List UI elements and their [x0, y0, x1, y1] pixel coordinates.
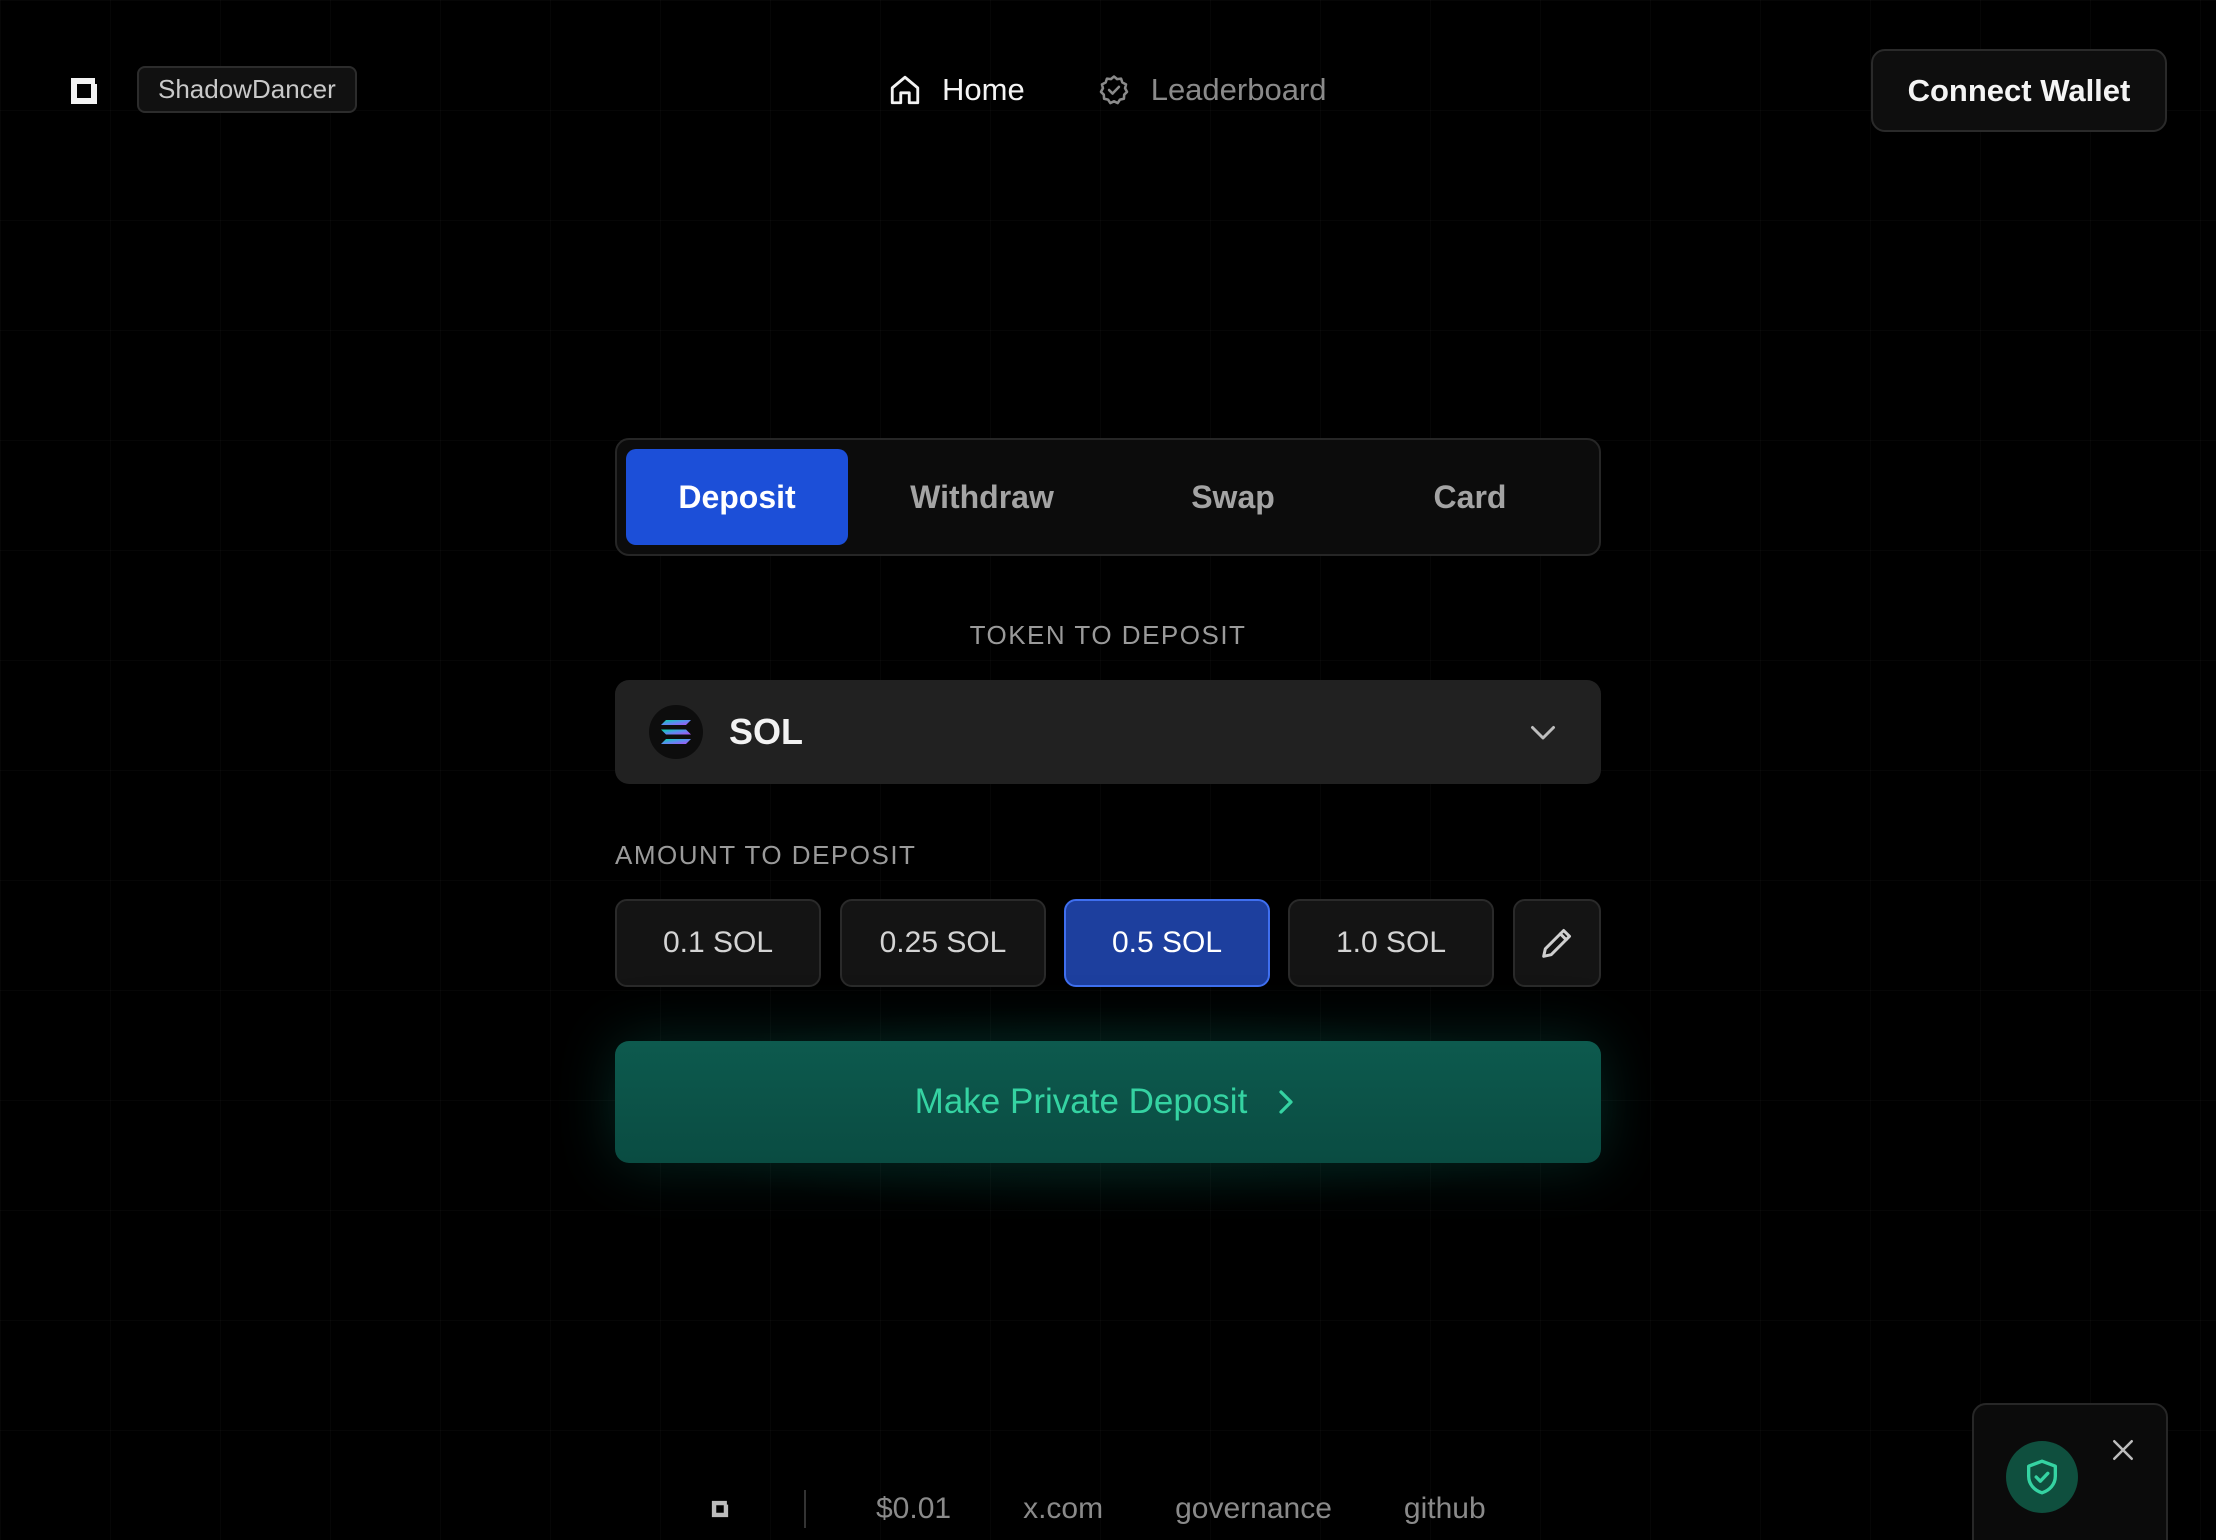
token-price: $0.01	[876, 1492, 952, 1525]
nav-leaderboard-label: Leaderboard	[1150, 72, 1327, 107]
connect-wallet-button[interactable]: Connect Wallet	[1871, 49, 2167, 132]
solana-icon	[649, 705, 703, 759]
footer-divider	[804, 1490, 806, 1528]
footer: $0.01 x.com governance github	[710, 1484, 1558, 1534]
tab-swap[interactable]: Swap	[1116, 449, 1350, 545]
footer-link-x[interactable]: x.com	[1023, 1492, 1103, 1526]
token-section-label: TOKEN TO DEPOSIT	[969, 620, 1247, 650]
make-private-deposit-button[interactable]: Make Private Deposit	[615, 1041, 1601, 1163]
pencil-icon	[1542, 929, 1571, 958]
check-badge-icon	[1099, 75, 1129, 105]
tab-deposit[interactable]: Deposit	[626, 449, 848, 545]
token-select[interactable]: SOL	[615, 680, 1601, 784]
privacy-widget	[1972, 1403, 2168, 1540]
custom-amount-button[interactable]	[1513, 899, 1601, 987]
footer-logo-icon	[711, 1500, 729, 1518]
shield-button[interactable]	[2006, 1441, 2078, 1513]
home-icon	[890, 75, 920, 105]
footer-link-github[interactable]: github	[1404, 1492, 1486, 1526]
nav-home[interactable]: Home	[888, 72, 1025, 108]
deposit-button-label: Make Private Deposit	[914, 1082, 1248, 1121]
username-badge: ShadowDancer	[137, 66, 357, 113]
nav-home-label: Home	[942, 72, 1025, 107]
logo-icon[interactable]	[68, 75, 100, 107]
tab-withdraw[interactable]: Withdraw	[848, 449, 1116, 545]
amount-option-1-0[interactable]: 1.0 SOL	[1288, 899, 1494, 987]
amount-option-0-1[interactable]: 0.1 SOL	[615, 899, 821, 987]
amount-option-0-25[interactable]: 0.25 SOL	[840, 899, 1046, 987]
close-icon[interactable]	[2108, 1435, 2138, 1465]
selected-token: SOL	[729, 711, 804, 752]
action-tabs: Deposit Withdraw Swap Card	[615, 438, 1601, 556]
footer-link-governance[interactable]: governance	[1175, 1492, 1332, 1526]
nav-leaderboard[interactable]: Leaderboard	[1097, 72, 1327, 108]
tab-card[interactable]: Card	[1350, 449, 1590, 545]
shield-check-icon	[2027, 1459, 2057, 1495]
amount-section-label: AMOUNT TO DEPOSIT	[615, 840, 917, 870]
main-nav: Home Leaderboard	[888, 60, 1327, 120]
chevron-down-icon	[1531, 726, 1555, 740]
amount-option-0-5[interactable]: 0.5 SOL	[1064, 899, 1270, 987]
chevron-right-icon	[1279, 1090, 1293, 1114]
